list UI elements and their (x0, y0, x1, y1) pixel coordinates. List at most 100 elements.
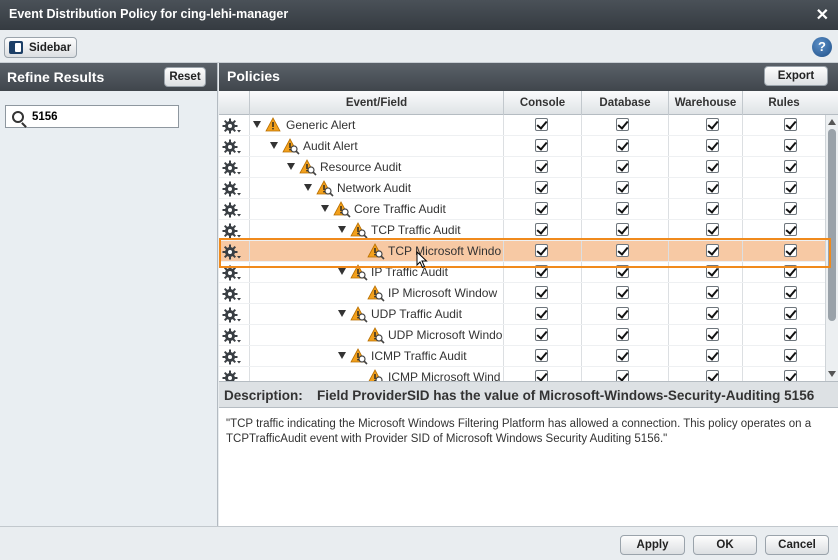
rules-checkbox[interactable] (784, 244, 797, 257)
table-row[interactable]: ICMP Microsoft Wind (219, 367, 825, 381)
warehouse-checkbox[interactable] (706, 328, 719, 341)
rules-checkbox[interactable] (784, 370, 797, 381)
console-checkbox[interactable] (535, 181, 548, 194)
column-header-database[interactable]: Database (581, 91, 668, 115)
scroll-down-icon[interactable] (828, 371, 836, 377)
rules-checkbox[interactable] (784, 202, 797, 215)
expand-collapse-icon[interactable] (321, 205, 329, 212)
expand-collapse-icon[interactable] (287, 163, 295, 170)
warehouse-checkbox[interactable] (706, 223, 719, 236)
reset-button[interactable]: Reset (164, 67, 206, 87)
console-checkbox[interactable] (535, 349, 548, 362)
database-checkbox[interactable] (616, 160, 629, 173)
warehouse-checkbox[interactable] (706, 139, 719, 152)
rules-checkbox[interactable] (784, 307, 797, 320)
table-row[interactable]: TCP Traffic Audit (219, 220, 825, 241)
console-checkbox[interactable] (535, 328, 548, 341)
expand-collapse-icon[interactable] (270, 142, 278, 149)
column-header-rules[interactable]: Rules (742, 91, 825, 115)
sidebar-toggle-button[interactable]: Sidebar (4, 37, 77, 58)
warehouse-checkbox[interactable] (706, 181, 719, 194)
column-header-warehouse[interactable]: Warehouse (668, 91, 742, 115)
gear-menu-icon[interactable] (222, 118, 242, 134)
database-checkbox[interactable] (616, 307, 629, 320)
warehouse-checkbox[interactable] (706, 307, 719, 320)
console-checkbox[interactable] (535, 223, 548, 236)
gear-menu-icon[interactable] (222, 223, 242, 239)
search-field[interactable] (5, 105, 179, 128)
table-row[interactable]: UDP Traffic Audit (219, 304, 825, 325)
database-checkbox[interactable] (616, 265, 629, 278)
rules-checkbox[interactable] (784, 139, 797, 152)
console-checkbox[interactable] (535, 202, 548, 215)
expand-collapse-icon[interactable] (304, 184, 312, 191)
gear-menu-icon[interactable] (222, 265, 242, 281)
expand-collapse-icon[interactable] (253, 121, 261, 128)
table-row[interactable]: IP Traffic Audit (219, 262, 825, 283)
warehouse-checkbox[interactable] (706, 286, 719, 299)
database-checkbox[interactable] (616, 328, 629, 341)
help-icon[interactable]: ? (812, 37, 832, 57)
database-checkbox[interactable] (616, 244, 629, 257)
scroll-up-icon[interactable] (828, 119, 836, 125)
database-checkbox[interactable] (616, 139, 629, 152)
close-icon[interactable]: ✕ (816, 5, 829, 25)
table-row[interactable]: ICMP Traffic Audit (219, 346, 825, 367)
apply-button[interactable]: Apply (620, 535, 685, 555)
table-row[interactable]: TCP Microsoft Windo (219, 241, 825, 262)
cancel-button[interactable]: Cancel (765, 535, 829, 555)
gear-menu-icon[interactable] (222, 370, 242, 381)
database-checkbox[interactable] (616, 370, 629, 381)
rules-checkbox[interactable] (784, 328, 797, 341)
expand-collapse-icon[interactable] (338, 226, 346, 233)
rules-checkbox[interactable] (784, 286, 797, 299)
gear-menu-icon[interactable] (222, 349, 242, 365)
rules-checkbox[interactable] (784, 118, 797, 131)
console-checkbox[interactable] (535, 265, 548, 278)
search-input[interactable] (32, 110, 162, 123)
expand-collapse-icon[interactable] (338, 352, 346, 359)
rules-checkbox[interactable] (784, 160, 797, 173)
ok-button[interactable]: OK (693, 535, 757, 555)
database-checkbox[interactable] (616, 349, 629, 362)
console-checkbox[interactable] (535, 139, 548, 152)
warehouse-checkbox[interactable] (706, 265, 719, 278)
rules-checkbox[interactable] (784, 265, 797, 278)
gear-menu-icon[interactable] (222, 202, 242, 218)
database-checkbox[interactable] (616, 286, 629, 299)
rules-checkbox[interactable] (784, 223, 797, 236)
table-row[interactable]: Generic Alert (219, 115, 825, 136)
scrollbar-thumb[interactable] (828, 129, 836, 321)
vertical-scrollbar[interactable] (825, 115, 838, 381)
gear-menu-icon[interactable] (222, 244, 242, 260)
rules-checkbox[interactable] (784, 349, 797, 362)
table-row[interactable]: Network Audit (219, 178, 825, 199)
export-button[interactable]: Export (764, 66, 828, 86)
table-row[interactable]: UDP Microsoft Windo (219, 325, 825, 346)
database-checkbox[interactable] (616, 223, 629, 236)
warehouse-checkbox[interactable] (706, 370, 719, 381)
warehouse-checkbox[interactable] (706, 202, 719, 215)
table-row[interactable]: Audit Alert (219, 136, 825, 157)
gear-menu-icon[interactable] (222, 139, 242, 155)
gear-menu-icon[interactable] (222, 181, 242, 197)
database-checkbox[interactable] (616, 181, 629, 194)
expand-collapse-icon[interactable] (338, 268, 346, 275)
gear-menu-icon[interactable] (222, 328, 242, 344)
column-header-console[interactable]: Console (503, 91, 581, 115)
warehouse-checkbox[interactable] (706, 118, 719, 131)
table-row[interactable]: IP Microsoft Window (219, 283, 825, 304)
expand-collapse-icon[interactable] (338, 310, 346, 317)
database-checkbox[interactable] (616, 118, 629, 131)
warehouse-checkbox[interactable] (706, 349, 719, 362)
console-checkbox[interactable] (535, 307, 548, 320)
console-checkbox[interactable] (535, 160, 548, 173)
gear-menu-icon[interactable] (222, 160, 242, 176)
rules-checkbox[interactable] (784, 181, 797, 194)
gear-menu-icon[interactable] (222, 286, 242, 302)
column-header-event-field[interactable]: Event/Field (249, 91, 503, 115)
warehouse-checkbox[interactable] (706, 160, 719, 173)
warehouse-checkbox[interactable] (706, 244, 719, 257)
gear-menu-icon[interactable] (222, 307, 242, 323)
console-checkbox[interactable] (535, 244, 548, 257)
